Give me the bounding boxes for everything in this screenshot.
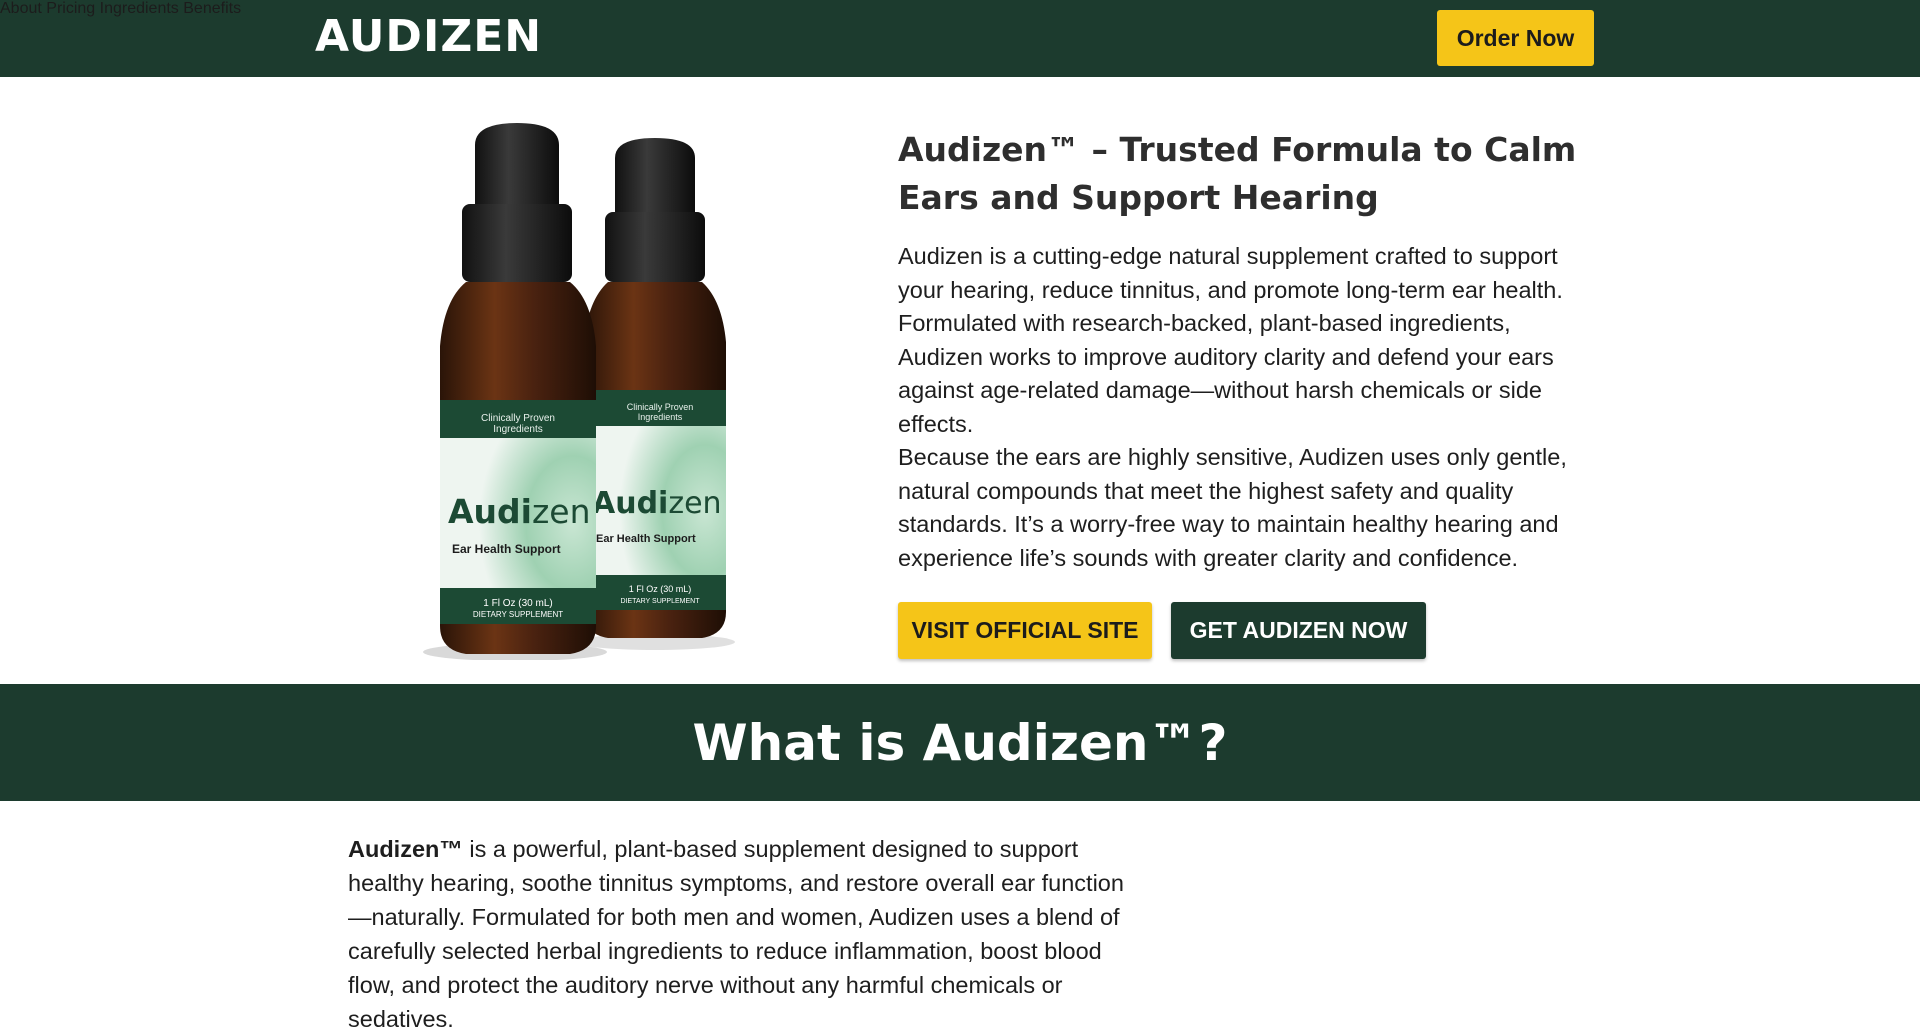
bottle-back-badge: Clinically Proven bbox=[627, 402, 694, 412]
about-lead-bold: Audizen™ bbox=[348, 836, 463, 862]
about-lead-text: is a powerful, plant-based supplement de… bbox=[348, 836, 1124, 1032]
order-now-button[interactable]: Order Now bbox=[1437, 10, 1594, 66]
nav-benefits[interactable]: Benefits bbox=[183, 0, 241, 17]
svg-text:Ear Health Support: Ear Health Support bbox=[452, 542, 561, 556]
site-header: AUDIZEN About Pricing Ingredients Benefi… bbox=[0, 0, 1920, 77]
svg-text:Ear Health Support: Ear Health Support bbox=[596, 533, 696, 545]
hero-paragraph-1: Audizen is a cutting-edge natural supple… bbox=[898, 243, 1563, 437]
svg-text:Ingredients: Ingredients bbox=[493, 424, 542, 435]
about-paragraph: Audizen™ is a powerful, plant-based supp… bbox=[348, 832, 1138, 1036]
nav-ingredients[interactable]: Ingredients bbox=[100, 0, 179, 17]
hero-paragraph-2: Because the ears are highly sensitive, A… bbox=[898, 444, 1567, 571]
bottle-back-brand: Audizen bbox=[592, 486, 722, 521]
section-title: What is Audizen™? bbox=[692, 713, 1228, 772]
hero-title: Audizen™ – Trusted Formula to Calm Ears … bbox=[898, 130, 1577, 217]
site-logo[interactable]: AUDIZEN bbox=[315, 12, 542, 62]
svg-text:DIETARY SUPPLEMENT: DIETARY SUPPLEMENT bbox=[621, 598, 701, 605]
product-bottles-image: Clinically Proven Ingredients Audizen Ea… bbox=[423, 123, 735, 660]
svg-text:DIETARY SUPPLEMENT: DIETARY SUPPLEMENT bbox=[473, 610, 563, 619]
svg-text:1 Fl Oz (30 mL): 1 Fl Oz (30 mL) bbox=[629, 584, 692, 594]
what-is-section-banner: What is Audizen™? bbox=[0, 684, 1920, 801]
bottle-front-brand: Audizen bbox=[448, 492, 591, 531]
svg-text:1 Fl Oz (30 mL): 1 Fl Oz (30 mL) bbox=[483, 598, 552, 609]
bottle-back: Clinically Proven Ingredients Audizen Ea… bbox=[575, 138, 735, 650]
nav-pricing[interactable]: Pricing bbox=[46, 0, 95, 17]
get-audizen-now-button[interactable]: GET AUDIZEN NOW bbox=[1171, 602, 1426, 659]
nav-about[interactable]: About bbox=[0, 0, 42, 17]
svg-text:Ingredients: Ingredients bbox=[638, 412, 683, 422]
visit-official-site-button[interactable]: VISIT OFFICIAL SITE bbox=[898, 602, 1152, 659]
bottle-front-badge: Clinically Proven bbox=[481, 413, 555, 424]
bottle-front: Clinically Proven Ingredients Audizen Ea… bbox=[423, 123, 607, 660]
